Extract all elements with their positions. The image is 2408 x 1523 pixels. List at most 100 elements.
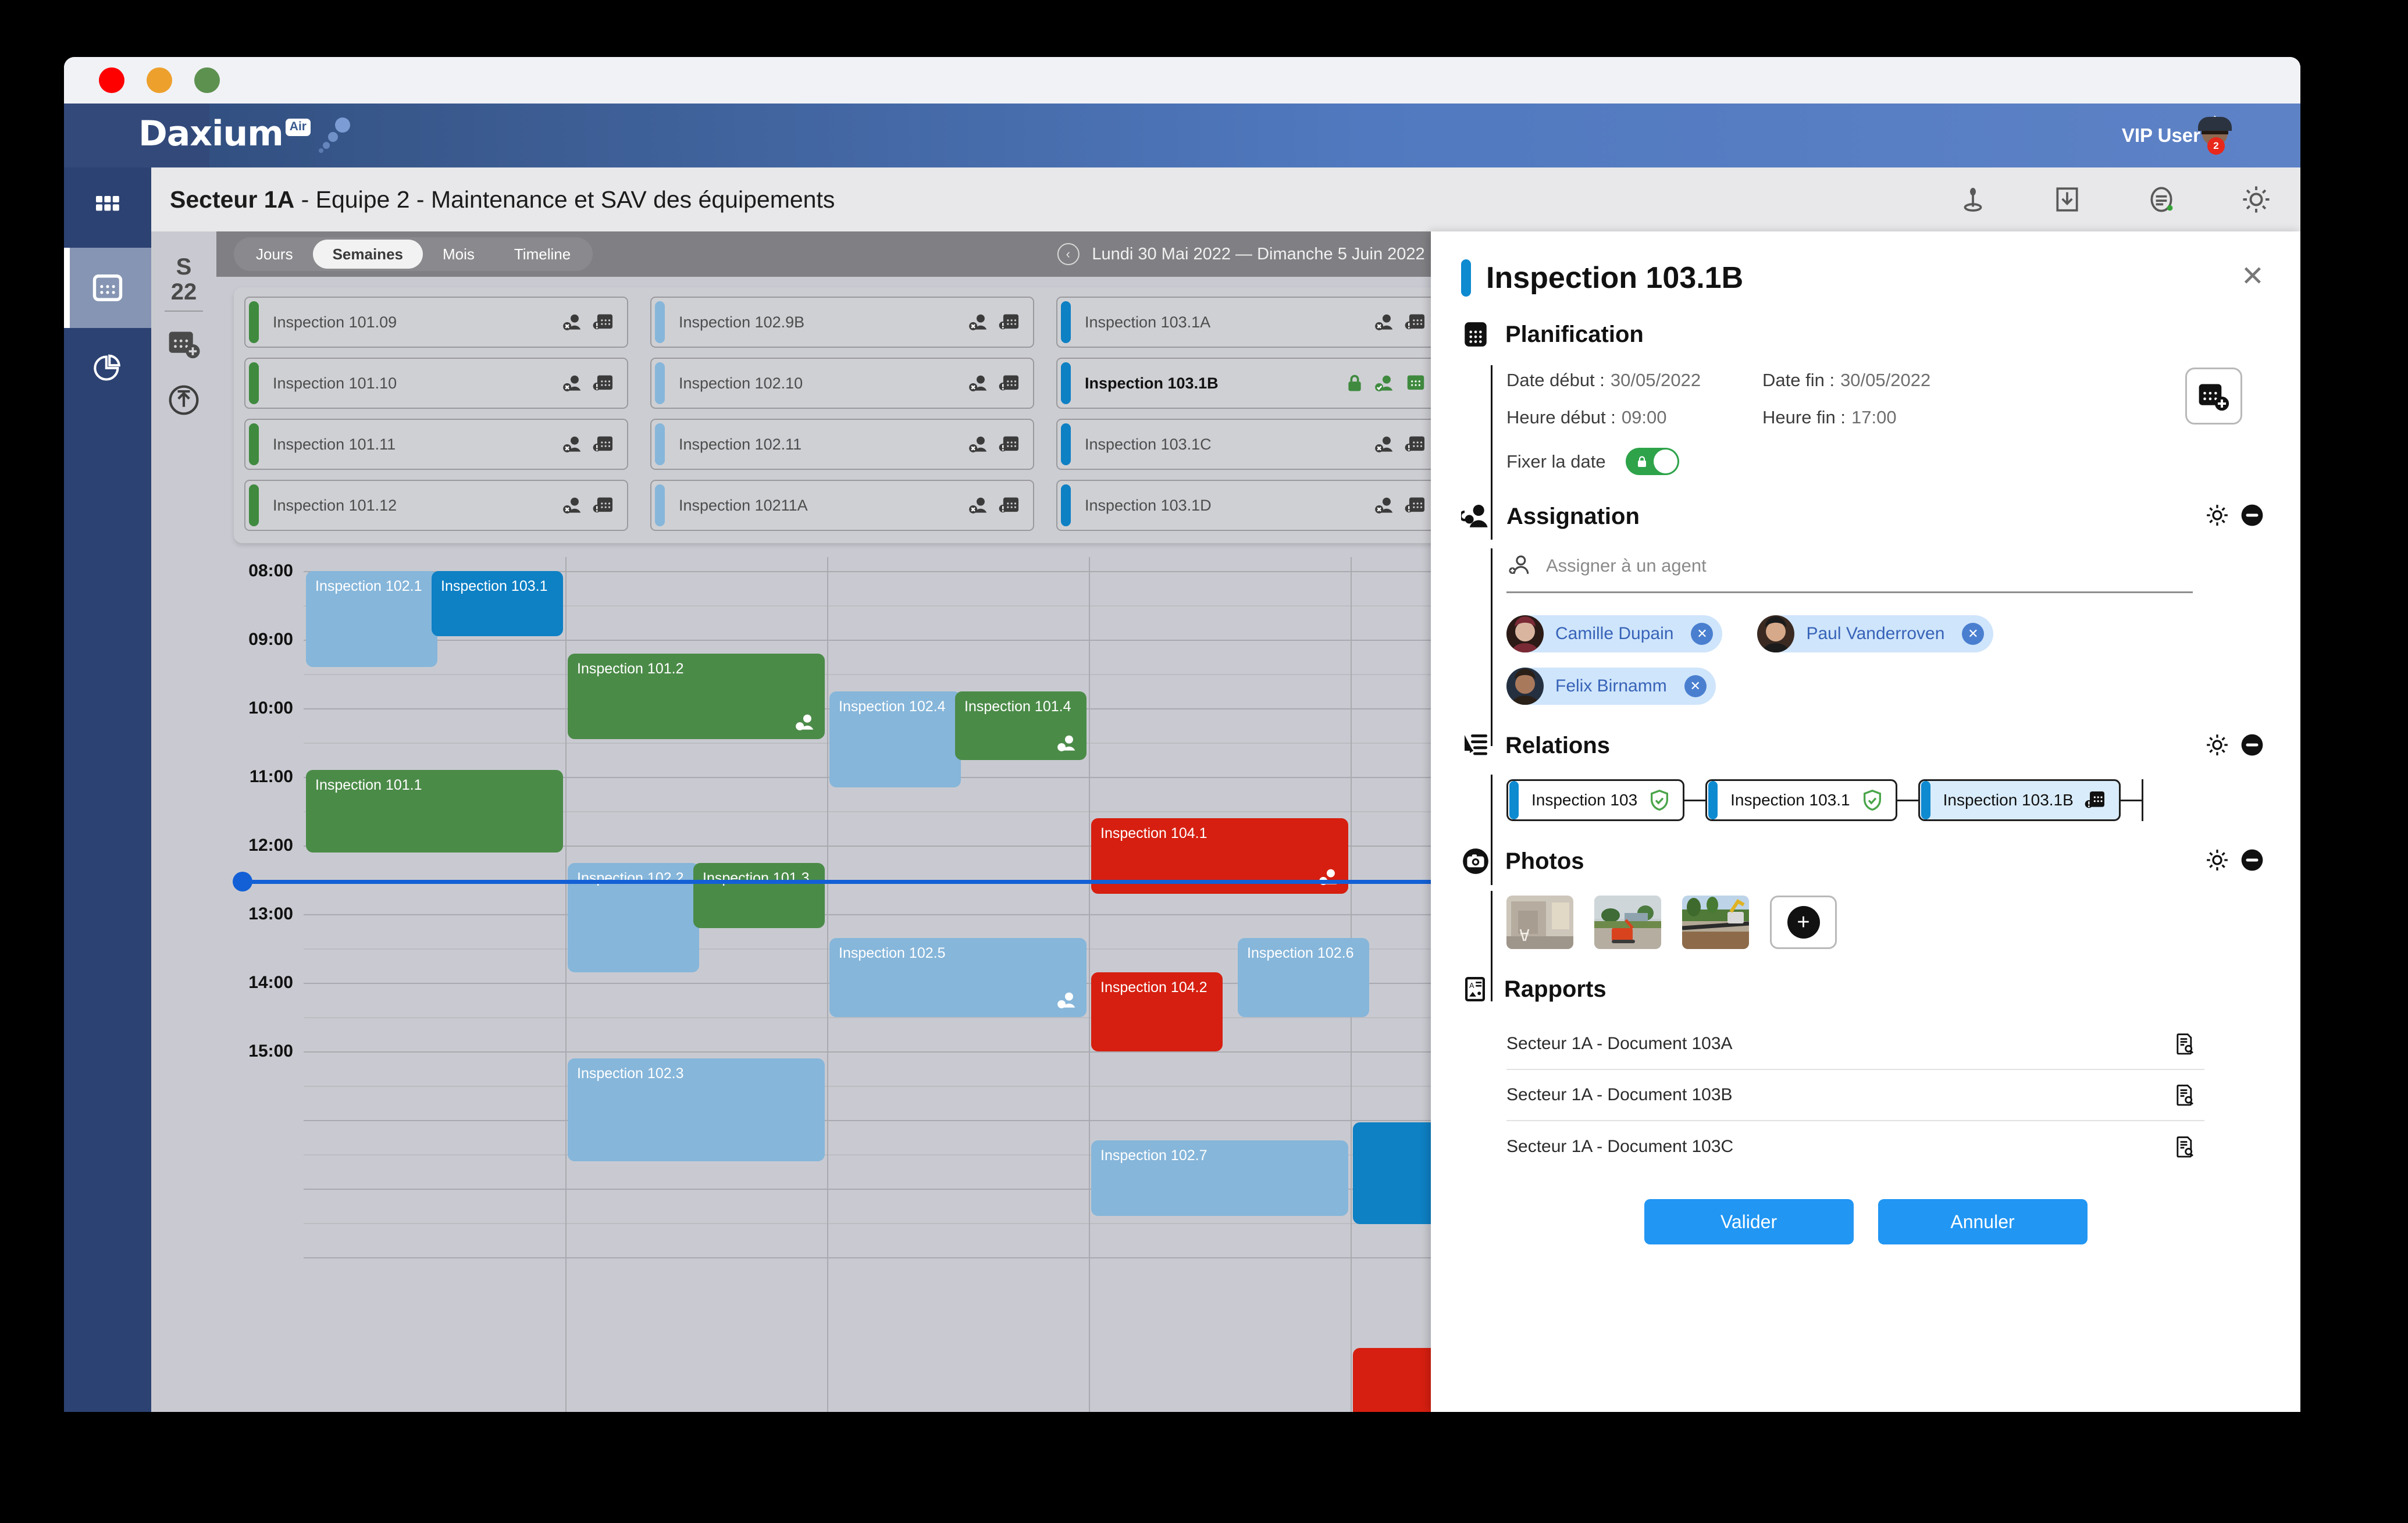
gear-icon[interactable] [2205,503,2229,527]
calendar-event[interactable]: Inspection 104.2 [1091,972,1223,1051]
window-close-button[interactable] [99,67,124,93]
add-photo-button[interactable]: + [1770,896,1837,949]
remove-agent-button[interactable]: ✕ [1962,623,1985,645]
unscheduled-card[interactable]: Inspection 102.10 [650,358,1034,409]
report-row[interactable]: Secteur 1A - Document 103C [1506,1121,2204,1172]
calendar-add-icon [167,327,201,361]
document-search-icon[interactable] [2173,1031,2196,1057]
agent-chip[interactable]: Felix Birnamm ✕ [1506,668,1716,705]
unscheduled-card[interactable]: Inspection 103.1D [1056,480,1440,531]
panel-accent-bar [1461,259,1471,297]
calendar-event[interactable]: Inspection 102.4 [829,691,961,787]
minus-icon[interactable] [2240,503,2264,527]
calendar-event[interactable]: Inspection 101.1 [306,770,563,853]
calendar-event[interactable]: Inspection 102.2 [568,862,699,973]
remove-agent-button[interactable]: ✕ [1691,623,1714,645]
gear-icon[interactable] [2205,848,2229,872]
calendar-event[interactable]: Inspection 103.1 [432,571,563,637]
tab-timeline[interactable]: Timeline [494,240,590,269]
pin-icon[interactable] [1958,184,1987,215]
gear-icon[interactable] [2205,733,2229,757]
agent-unassigned-icon [793,711,817,733]
filter-icon[interactable] [2147,184,2176,215]
agent-chip[interactable]: Camille Dupain ✕ [1506,615,1723,652]
window-minimize-button[interactable] [147,67,172,93]
relation-node[interactable]: Inspection 103.1 [1705,779,1897,821]
unscheduled-card[interactable]: Inspection 10211A [650,480,1034,531]
report-row[interactable]: Secteur 1A - Document 103A [1506,1019,2204,1070]
unscheduled-card[interactable]: Inspection 101.12 [244,480,628,531]
tab-semaines[interactable]: Semaines [312,240,423,269]
calendar-event[interactable]: Inspection 101.2 [568,653,825,740]
calendar-event[interactable]: Inspection 102.6 [1238,938,1369,1017]
time-end-value[interactable]: 17:00 [1851,407,1897,427]
relation-node[interactable]: Inspection 103.1B [1918,779,2121,821]
photo-thumbnail[interactable] [1594,896,1661,949]
event-label: Inspection 104.1 [1100,825,1207,841]
unscheduled-card[interactable]: Inspection 103.1A [1056,297,1440,348]
tab-mois[interactable]: Mois [423,240,494,269]
date-end-value[interactable]: 30/05/2022 [1840,370,1930,390]
add-user-icon [1506,553,1533,579]
calendar-event[interactable]: Inspection 102.5 [829,938,1087,1017]
download-icon[interactable] [2053,184,2082,215]
annuler-button[interactable]: Annuler [1878,1199,2088,1244]
sidebar-item-statistics[interactable] [64,328,151,408]
user-name: VIP User [2121,124,2200,146]
calendar-event[interactable]: Inspection 102.7 [1091,1140,1348,1217]
event-label: Inspection 102.5 [839,945,946,962]
unscheduled-card[interactable]: Inspection 101.10 [244,358,628,409]
unscheduled-card[interactable]: Inspection 101.09 [244,297,628,348]
agent-unassigned-icon [561,433,584,455]
close-icon[interactable]: ✕ [2241,263,2264,291]
document-search-icon[interactable] [2173,1134,2196,1160]
user-menu[interactable]: VIP User 2 [2122,104,2249,167]
logo-suffix: Air [285,119,311,136]
prev-period-button[interactable]: ‹ [1057,243,1080,265]
agent-chip[interactable]: Paul Vanderroven ✕ [1757,615,1994,652]
unscheduled-card[interactable]: Inspection 101.11 [244,419,628,470]
minus-icon[interactable] [2240,733,2264,757]
card-status-icons [561,372,615,394]
unscheduled-card[interactable]: Inspection 103.1B [1056,358,1440,409]
fix-date-toggle[interactable] [1625,448,1679,475]
calendar-event[interactable]: Inspection 102.3 [568,1058,825,1161]
gear-icon[interactable] [2241,184,2271,215]
report-row[interactable]: Secteur 1A - Document 103B [1506,1070,2204,1121]
calendar-event[interactable]: Inspection 102.1 [306,571,437,668]
time-label: 15:00 [248,1042,293,1061]
photo-thumbnail[interactable] [1506,896,1573,949]
card-label: Inspection 103.1C [1085,435,1212,453]
remove-agent-button[interactable]: ✕ [1684,675,1707,697]
document-search-icon[interactable] [2173,1082,2196,1108]
current-time-marker [233,872,252,891]
relation-node[interactable]: Inspection 103 [1506,779,1685,821]
date-unset-icon [998,433,1021,455]
time-label: 14:00 [248,973,293,992]
time-start-value[interactable]: 09:00 [1622,407,1667,427]
tab-jours[interactable]: Jours [236,240,313,269]
unscheduled-card[interactable]: Inspection 103.1C [1056,419,1440,470]
unscheduled-column: Inspection 101.09 Inspection 101.10 Insp… [244,297,628,534]
valider-button[interactable]: Valider [1644,1199,1854,1244]
unscheduled-card[interactable]: Inspection 102.9B [650,297,1034,348]
photo-thumbnail[interactable] [1682,896,1749,949]
minus-icon[interactable] [2240,848,2264,872]
sidebar-item-apps[interactable] [64,167,151,248]
date-start-value[interactable]: 30/05/2022 [1611,370,1701,390]
unscheduled-card[interactable]: Inspection 102.11 [650,419,1034,470]
fix-date-row: Fixer la date [1506,448,2300,475]
calendar-add-button[interactable] [167,327,201,361]
calendar-event[interactable]: Inspection 101.3 [693,862,825,928]
calendar-event[interactable]: Inspection 101.4 [955,691,1087,760]
planning-add-button[interactable] [2185,368,2242,425]
window-zoom-button[interactable] [194,67,220,93]
date-unset-icon [998,311,1021,333]
sidebar-item-calendar[interactable] [64,248,151,328]
avatar[interactable]: 2 [2198,116,2249,155]
agent-unassigned-icon [967,494,990,516]
card-color-bar [655,301,665,343]
time-end-row: Heure fin :17:00 [1762,407,2018,428]
collapse-panel-button[interactable] [168,384,200,416]
assign-agent-field[interactable]: Assigner à un agent [1506,553,2193,593]
